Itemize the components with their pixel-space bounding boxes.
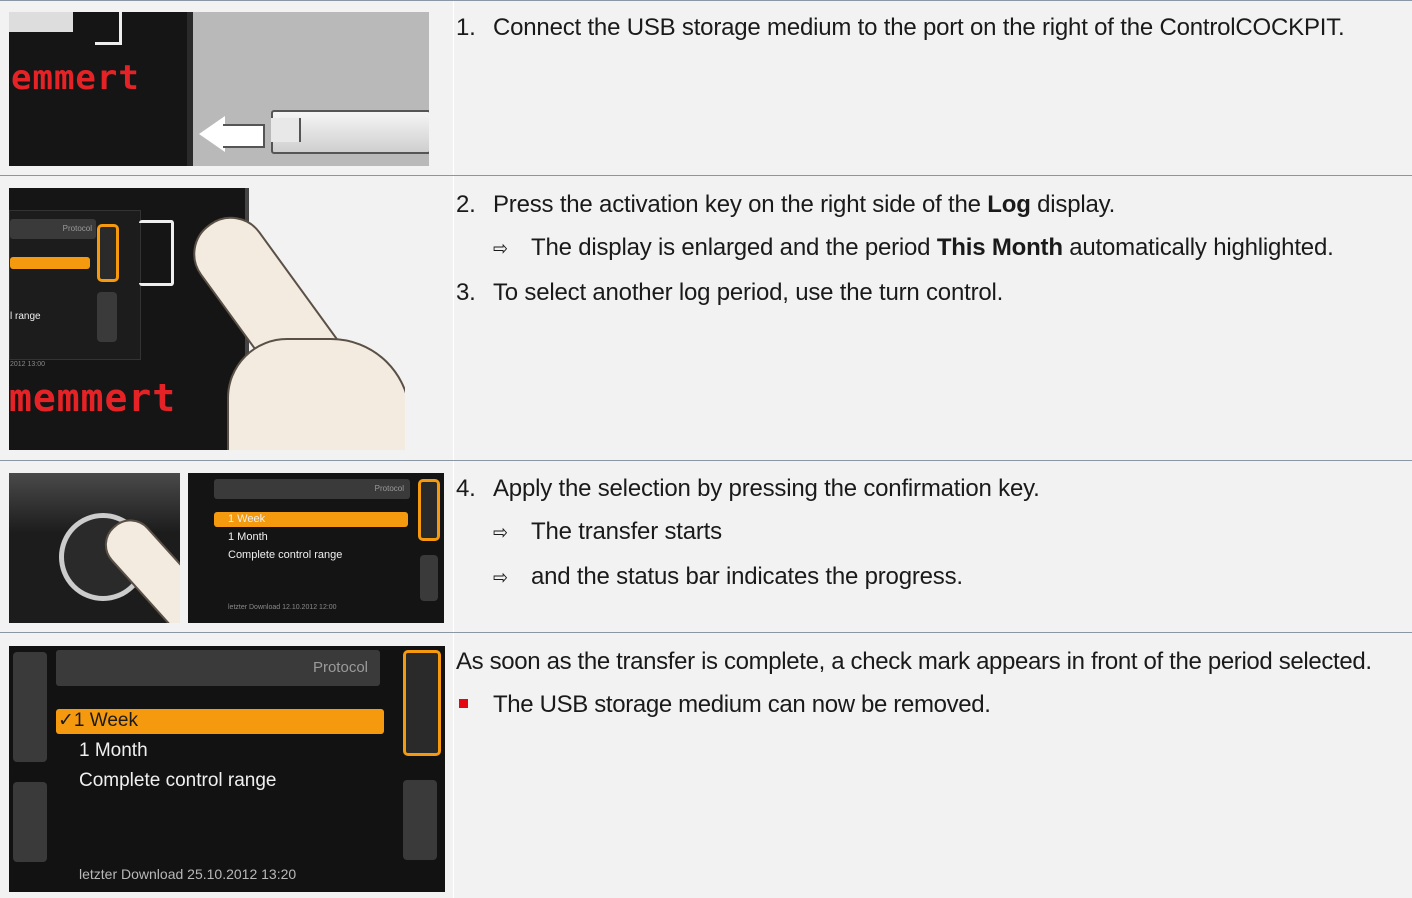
download-footer: letzter Download 12.10.2012 12:00 [228,604,337,611]
lock-key [97,292,117,342]
chart-key [13,652,47,762]
result-text: The transfer starts [531,518,722,545]
device-panel: emmert [9,12,193,166]
step-2-3-text: 2. Press the activation key on the right … [456,183,1402,314]
column-divider [453,176,454,461]
download-footer: letzter Download 25.10.2012 13:20 [79,866,297,882]
menu-item-1-week-checked: ✓1 Week [58,710,138,731]
log-screen-small: Protocol 1 Week 1 Month Complete control… [188,473,444,623]
bullet-text: The USB storage medium can now be remove… [493,691,991,718]
step-text-pre: Press the activation key on the right si… [493,191,988,218]
log-screen-large: Protocol ✓1 Week 1 Month Complete contro… [9,646,445,892]
menu-item-1-month: 1 Month [228,531,268,543]
download-date: 2012 13:00 [10,361,46,368]
arrow-icon [199,116,225,152]
result-arrow-icon: ⇨ [493,567,508,589]
highlight-bar [10,257,90,269]
result-text-post: automatically highlighted. [1062,234,1334,261]
log-keyword: Log [987,191,1031,218]
step-text: Connect the USB storage medium to the po… [493,14,1345,41]
log-screen: Protocol l range 2012 13:00 [9,210,141,368]
result-arrow-icon: ⇨ [493,238,508,260]
usb-key-button [418,479,440,541]
column-divider [453,461,454,633]
column-divider [453,633,454,898]
screen-header: Protocol [56,650,380,686]
hand-palm [227,338,405,450]
key-outline [95,12,122,45]
usb-connect-illustration: emmert [9,12,429,166]
step-text-post: display. [1030,191,1116,218]
brand-logo: emmert [11,58,140,98]
arrow-shaft [223,124,265,148]
range-label: l range [10,311,41,322]
result-arrow-icon: ⇨ [493,522,508,544]
mini-screen [9,12,73,32]
brand-logo: memmert [9,376,177,420]
screen-header: Protocol [10,219,96,239]
completion-sentence: As soon as the transfer is complete, a c… [456,648,1372,675]
completion-text: As soon as the transfer is complete, a c… [456,640,1402,726]
menu-item-1-month: 1 Month [79,740,148,761]
clock-key [13,782,47,862]
step-1-text: 1. Connect the USB storage medium to the … [456,6,1402,49]
result-text-pre: The display is enlarged and the period [531,234,937,261]
confirm-key-illustration [9,473,180,623]
activation-key-illustration: Protocol l range 2012 13:00 memmert [9,188,405,450]
step-number: 4. [456,475,476,502]
key-outline [139,220,174,286]
lock-key [420,555,438,601]
step-4-text: 4. Apply the selection by pressing the co… [456,467,1402,600]
result-text: and the status bar indicates the progres… [531,563,963,590]
screen-header: Protocol [214,479,410,499]
bullet-square-icon [459,699,468,708]
step-number: 2. [456,191,476,218]
menu-item-complete-range: Complete control range [79,770,277,791]
column-divider [453,1,454,176]
step-text: Apply the selection by pressing the conf… [493,475,1040,502]
this-month-keyword: This Month [936,234,1063,261]
usb-key-button [97,224,119,282]
menu-item-1-week: 1 Week [228,513,266,525]
menu-item-complete-range: Complete control range [228,549,343,561]
lock-key [403,780,437,860]
instruction-page: emmert Protocol l range 2012 13:00 memme… [0,0,1412,898]
step-number: 3. [456,279,476,306]
step-number: 1. [456,14,476,41]
usb-key-button [403,650,441,756]
usb-stick-icon [271,110,429,154]
step-text: To select another log period, use the tu… [493,279,1004,306]
